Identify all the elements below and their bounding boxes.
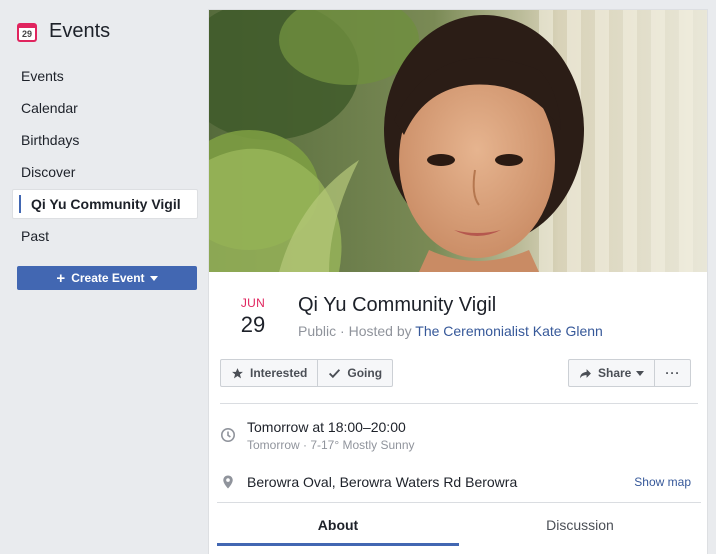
going-button[interactable]: Going [317, 360, 392, 386]
plus-icon: + [56, 269, 66, 287]
caret-down-icon [149, 275, 158, 281]
clock-icon [221, 428, 235, 442]
event-time: Tomorrow at 18:00–20:00 [247, 419, 406, 435]
location-pin-icon [223, 475, 233, 489]
create-event-button[interactable]: + Create Event [17, 266, 197, 290]
divider [220, 403, 698, 404]
tab-discussion[interactable]: Discussion [459, 503, 701, 546]
share-arrow-icon [580, 368, 591, 378]
checkmark-icon [329, 368, 341, 378]
caret-down-icon [636, 370, 645, 376]
hosted-by-prefix: · Hosted by [336, 323, 416, 339]
tab-about[interactable]: About [217, 503, 459, 546]
share-button-group: Share ··· [568, 359, 692, 387]
share-button[interactable]: Share [569, 360, 654, 386]
show-map-link[interactable]: Show map [634, 475, 691, 489]
event-subtitle: Public · Hosted by The Ceremonialist Kat… [298, 323, 603, 339]
rsvp-button-group: Interested Going [220, 359, 394, 387]
star-icon [232, 367, 243, 378]
event-location-row[interactable]: Berowra Oval, Berowra Waters Rd Berowra … [220, 474, 698, 494]
sidebar-item-birthdays[interactable]: Birthdays [12, 124, 198, 156]
event-privacy: Public [298, 323, 337, 339]
event-date-day: 29 [240, 312, 266, 337]
more-dots-icon: ··· [665, 366, 681, 380]
event-date-badge: JUN 29 [229, 296, 277, 338]
event-location: Berowra Oval, Berowra Waters Rd Berowra [247, 474, 518, 490]
more-options-button[interactable]: ··· [654, 360, 690, 386]
sidebar-title: Events [49, 20, 111, 42]
event-cover-photo[interactable] [209, 10, 707, 272]
interested-button[interactable]: Interested [221, 360, 317, 386]
event-tabs: About Discussion [217, 502, 701, 546]
sidebar-item-current-event[interactable]: Qi Yu Community Vigil [12, 189, 198, 219]
going-label: Going [347, 366, 383, 380]
sidebar-header[interactable]: 29 Events [17, 20, 110, 43]
share-label: Share [598, 366, 632, 380]
calendar-icon: 29 [17, 22, 37, 42]
event-weather: Tomorrow · 7-17° Mostly Sunny [247, 438, 415, 452]
left-sidebar: 29 Events Events Calendar Birthdays Disc… [0, 0, 205, 554]
sidebar-nav: Events Calendar Birthdays Discover Qi Yu… [12, 60, 198, 252]
event-card: JUN 29 Qi Yu Community Vigil Public · Ho… [208, 9, 708, 554]
event-title: Qi Yu Community Vigil [298, 294, 497, 316]
event-date-month: JUN [240, 296, 266, 310]
event-host-link[interactable]: The Ceremonialist Kate Glenn [415, 323, 603, 339]
sidebar-item-events[interactable]: Events [12, 60, 198, 92]
sidebar-item-calendar[interactable]: Calendar [12, 92, 198, 124]
create-event-label: Create Event [71, 271, 145, 285]
event-time-row[interactable]: Tomorrow at 18:00–20:00 Tomorrow · 7-17°… [220, 419, 698, 459]
sidebar-item-discover[interactable]: Discover [12, 156, 198, 188]
interested-label: Interested [250, 366, 308, 380]
sidebar-item-past[interactable]: Past [12, 220, 198, 252]
